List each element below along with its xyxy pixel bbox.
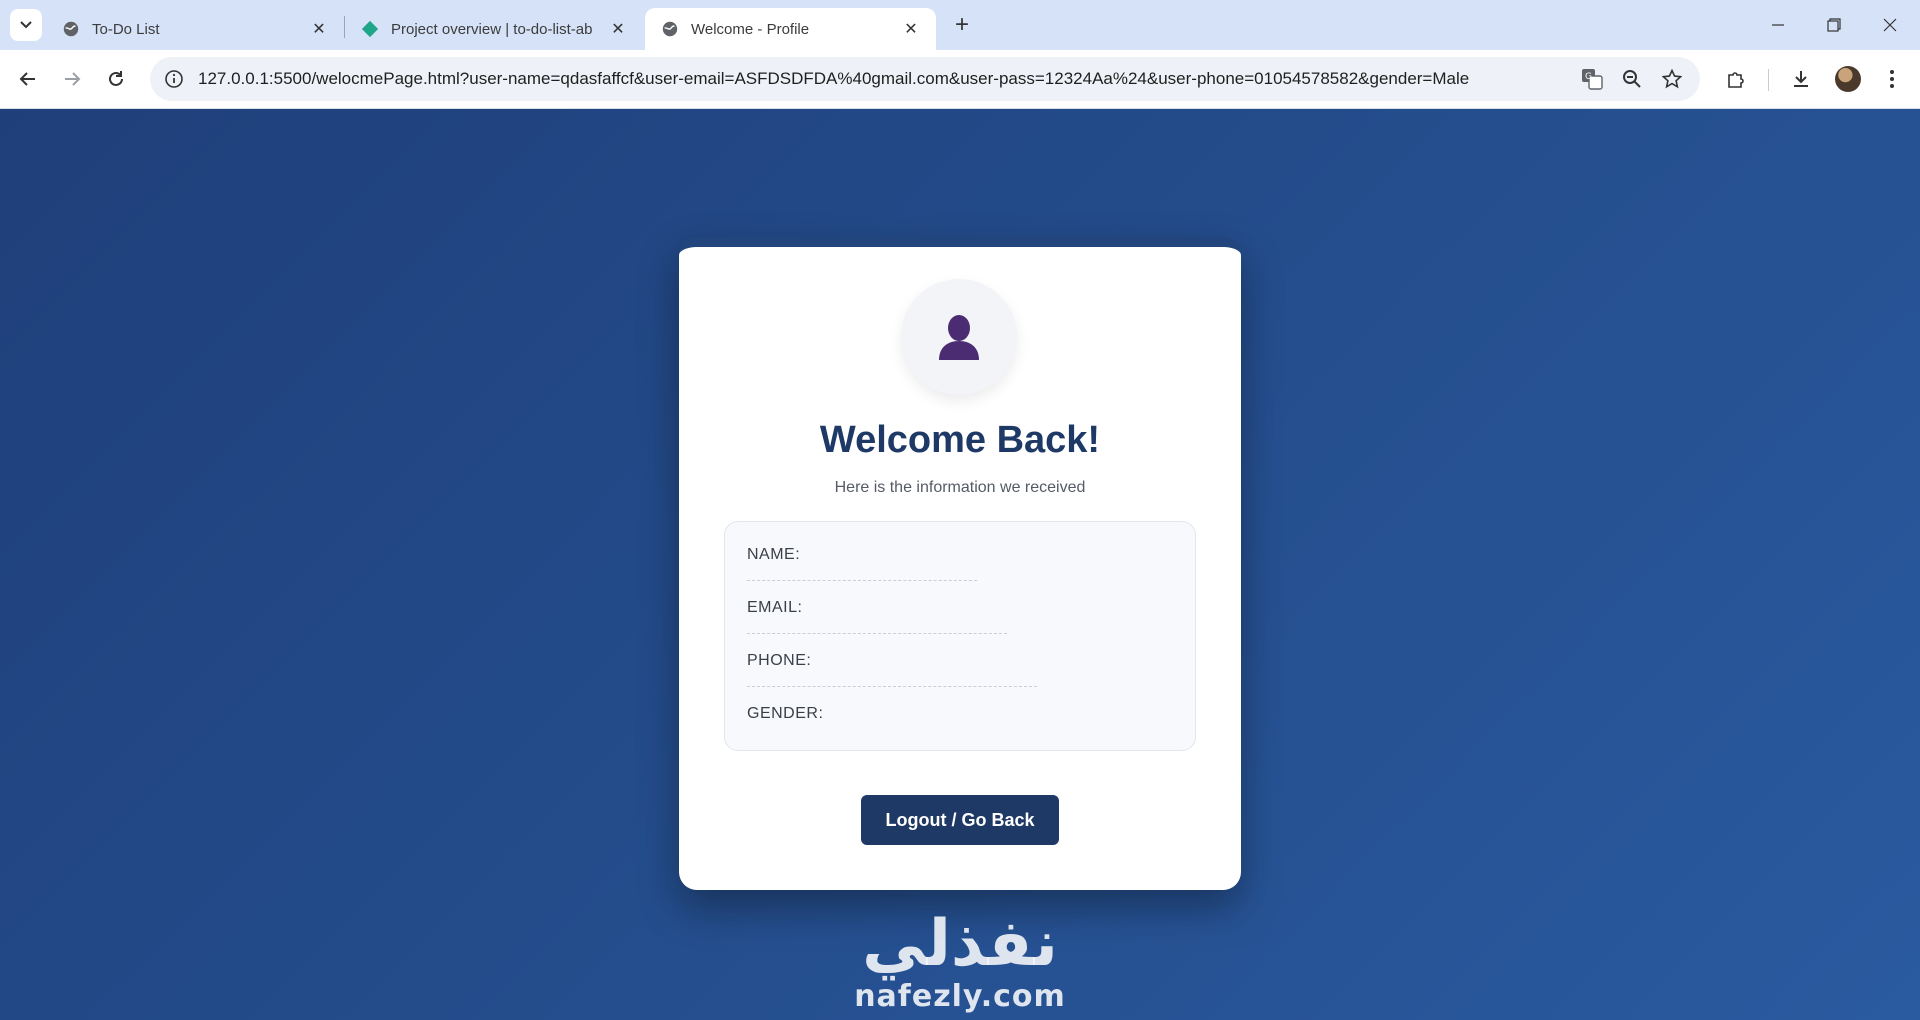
tab-title: Welcome - Profile (691, 20, 810, 38)
arrow-left-icon (19, 72, 35, 86)
back-button[interactable] (12, 63, 44, 95)
user-avatar (901, 279, 1017, 395)
phone-label: PHONE: (747, 652, 812, 669)
new-tab-button[interactable]: + (947, 10, 977, 40)
page-subtitle: Here is the information we received (834, 479, 1086, 496)
info-icon[interactable] (164, 69, 184, 89)
restore-button[interactable] (1806, 0, 1862, 50)
watermark-arabic: نفذلي (862, 907, 1058, 981)
diamond-icon (361, 20, 379, 38)
divider (747, 686, 1037, 687)
zoom-icon[interactable] (1620, 67, 1644, 91)
page-title: Welcome Back! (819, 419, 1101, 461)
close-icon (1883, 18, 1897, 32)
logout-button[interactable]: Logout / Go Back (861, 795, 1059, 845)
chevron-down-icon (20, 21, 32, 29)
tab-search-button[interactable] (10, 9, 42, 41)
downloads-button[interactable] (1785, 63, 1817, 95)
tab-strip: To-Do List ✕ Project overview | to-do-li… (0, 0, 1920, 50)
reload-button[interactable] (100, 63, 132, 95)
forward-button[interactable] (56, 63, 88, 95)
puzzle-icon (1728, 72, 1744, 88)
divider (747, 633, 1007, 634)
url-text[interactable]: 127.0.0.1:5500/welocmePage.html?user-nam… (198, 69, 1700, 89)
arrow-right-icon (65, 72, 81, 86)
minimize-icon (1772, 24, 1784, 26)
profile-avatar[interactable] (1835, 66, 1861, 92)
tab-title: Project overview | to-do-list-ab (391, 20, 593, 38)
page-viewport: Welcome Back! Here is the information we… (0, 109, 1920, 1020)
watermark-logo: نفذلي nafezly.com (850, 909, 1070, 1019)
name-label: NAME: (747, 546, 801, 563)
globe-icon (662, 21, 678, 37)
translate-icon[interactable]: G (1580, 67, 1604, 91)
tab-project-overview[interactable]: Project overview | to-do-list-ab ✕ (345, 8, 643, 50)
reload-icon (109, 71, 123, 86)
tab-title: To-Do List (92, 20, 160, 38)
menu-button[interactable] (1876, 63, 1908, 95)
plus-icon: + (954, 11, 969, 38)
minimize-button[interactable] (1750, 0, 1806, 50)
toolbar-divider (1768, 69, 1769, 91)
close-window-button[interactable] (1862, 0, 1918, 50)
close-icon[interactable]: ✕ (308, 18, 330, 40)
svg-text:G: G (1585, 72, 1592, 82)
user-info-box: NAME: EMAIL: PHONE: GENDER: (724, 521, 1196, 751)
extensions-button[interactable] (1720, 63, 1752, 95)
globe-icon (63, 21, 79, 37)
email-label: EMAIL: (747, 599, 803, 616)
watermark-latin: nafezly.com (854, 979, 1066, 1014)
divider (747, 580, 977, 581)
download-icon (1794, 71, 1808, 87)
restore-icon (1827, 18, 1841, 32)
close-icon[interactable]: ✕ (900, 18, 922, 40)
profile-card: Welcome Back! Here is the information we… (679, 237, 1241, 890)
star-icon[interactable] (1660, 67, 1684, 91)
tab-welcome-profile[interactable]: Welcome - Profile ✕ (645, 8, 936, 50)
browser-toolbar: 127.0.0.1:5500/welocmePage.html?user-nam… (0, 50, 1920, 109)
user-icon (939, 315, 979, 360)
gender-label: GENDER: (747, 705, 824, 722)
tab-todo[interactable]: To-Do List ✕ (46, 8, 344, 50)
close-icon[interactable]: ✕ (607, 18, 629, 40)
more-vert-icon (1890, 70, 1894, 88)
address-bar[interactable]: 127.0.0.1:5500/welocmePage.html?user-nam… (150, 57, 1700, 101)
